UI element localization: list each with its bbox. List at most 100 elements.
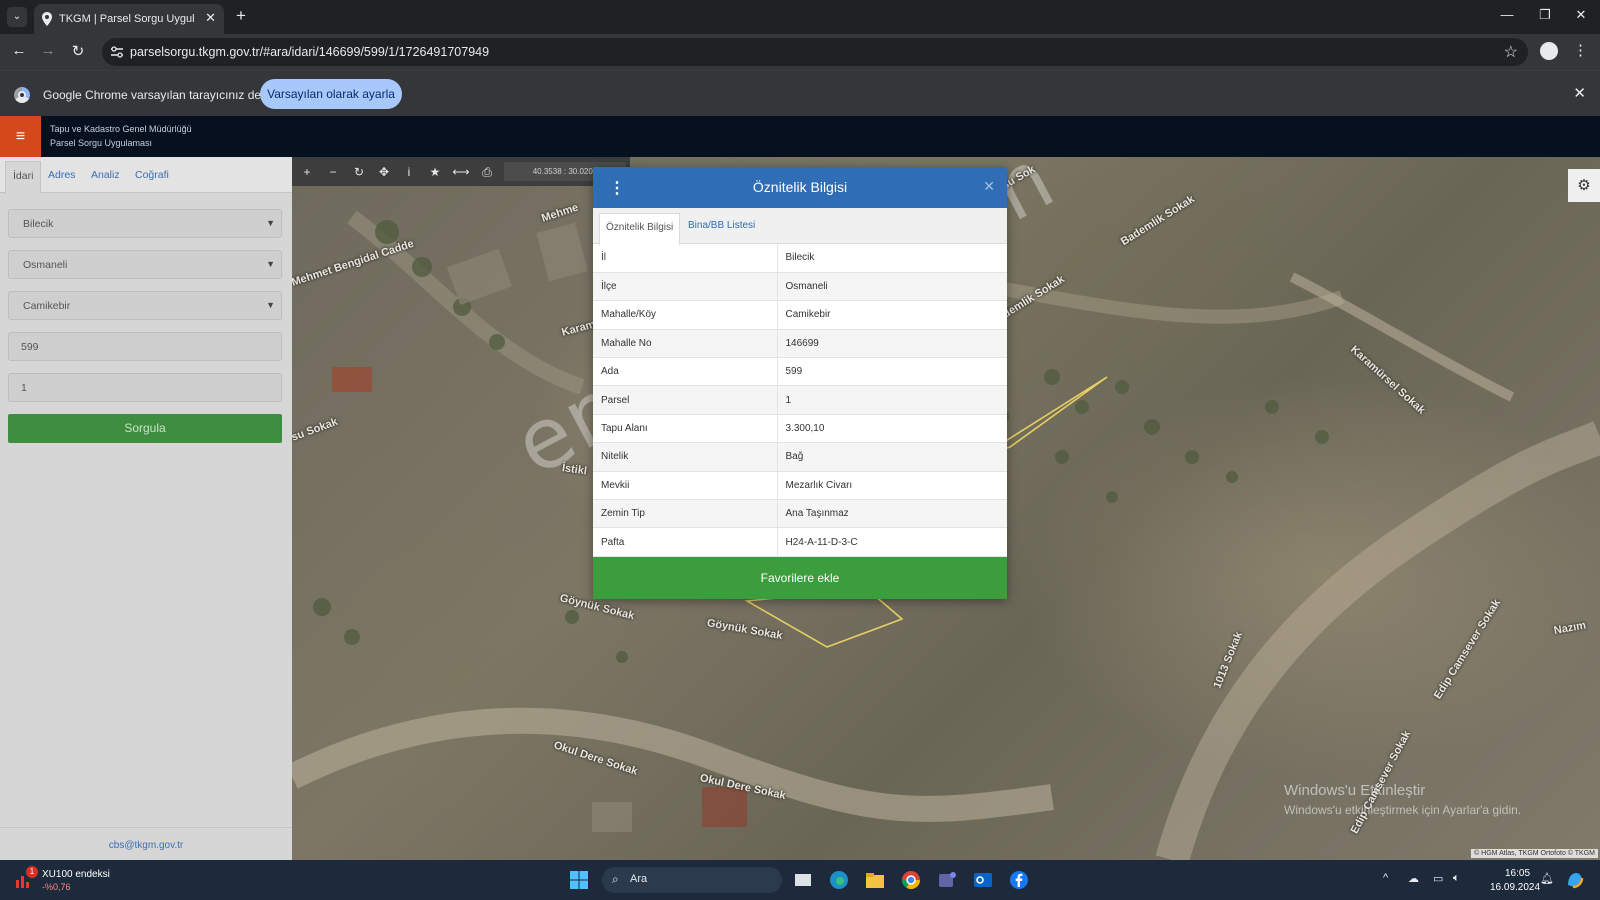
restore-icon[interactable]: ❐ <box>1535 7 1555 23</box>
brand-line-1: Tapu ve Kadastro Genel Müdürlüğü <box>50 124 192 134</box>
default-browser-infobar: Google Chrome varsayılan tarayıcınız değ… <box>0 70 1600 116</box>
onedrive-cloud-icon[interactable]: ☁ <box>1408 872 1419 885</box>
attribute-key: İlçe <box>593 272 778 302</box>
map-attribution: © HGM Atlas, TKGM Ortofoto © TKGM <box>1471 849 1598 858</box>
clock-time[interactable]: 16:05 <box>1505 868 1530 879</box>
attribute-value: 599 <box>777 357 1007 387</box>
mahalle-select-value: Camikebir <box>23 300 71 312</box>
attribute-table: İl Bilecik İlçe Osmaneli Mahalle/Köy Camikebi… <box>593 244 1007 557</box>
copilot-icon[interactable] <box>1564 869 1586 891</box>
forward-arrow-icon[interactable]: → <box>38 42 58 59</box>
attribute-value: Mezarlık Civarı <box>777 471 1007 501</box>
il-select[interactable]: Bilecik ▼ <box>8 209 282 238</box>
location-pin-icon <box>42 12 52 26</box>
add-to-favorites-button[interactable]: Favorilere ekle <box>593 557 1007 599</box>
set-default-button[interactable]: Varsayılan olarak ayarla <box>260 79 402 109</box>
taskbar-search[interactable]: ⌕ Ara <box>602 867 782 893</box>
move-crosshair-icon[interactable]: ✥ <box>374 163 394 181</box>
refresh-icon[interactable]: ↻ <box>349 163 369 181</box>
tab-adres[interactable]: Adres <box>48 169 75 181</box>
attribute-key: Parsel <box>593 385 778 415</box>
file-explorer-icon[interactable] <box>864 869 886 891</box>
dialog-close-icon[interactable]: ✕ <box>983 178 995 195</box>
clock-date[interactable]: 16.09.2024 <box>1490 882 1540 893</box>
attribute-key: Nitelik <box>593 442 778 472</box>
infobar-message: Google Chrome varsayılan tarayıcınız değ… <box>43 88 274 102</box>
app-header: ≡ Tapu ve Kadastro Genel Müdürlüğü Parse… <box>0 116 1600 157</box>
measure-ruler-icon[interactable]: ⟷ <box>451 163 471 181</box>
profile-avatar-icon[interactable] <box>1540 42 1558 60</box>
activation-title: Windows'u Etkinleştir <box>1284 782 1426 799</box>
parsel-input[interactable]: 1 <box>8 373 282 402</box>
attribute-key: Tapu Alanı <box>593 414 778 444</box>
infobar-close-icon[interactable]: ✕ <box>1573 84 1586 102</box>
facebook-icon[interactable] <box>1008 869 1030 891</box>
map-settings-gear-icon[interactable]: ⚙ <box>1568 169 1600 202</box>
attribute-info-dialog: ⋮ Öznitelik Bilgisi ✕ Öznitelik Bilgisi … <box>593 167 1007 599</box>
contact-email-link[interactable]: cbs@tkgm.gov.tr <box>0 827 292 860</box>
info-icon[interactable]: i <box>399 163 419 181</box>
dialog-header: ⋮ Öznitelik Bilgisi ✕ <box>593 167 1007 208</box>
chrome-menu-icon[interactable]: ⋮ <box>1573 41 1588 59</box>
chevron-down-icon: ▼ <box>266 259 275 269</box>
stock-widget-name[interactable]: XU100 endeksi <box>42 869 110 880</box>
dialog-tabs: Öznitelik Bilgisi Bina/BB Listesi <box>593 208 1007 245</box>
reload-icon[interactable]: ↻ <box>68 42 88 60</box>
favorite-star-icon[interactable]: ★ <box>425 163 445 181</box>
address-bar[interactable]: parselsorgu.tkgm.gov.tr/#ara/idari/14669… <box>102 38 1528 66</box>
tab-building-list[interactable]: Bina/BB Listesi <box>688 220 755 231</box>
zoom-in-icon[interactable]: + <box>297 163 317 181</box>
tab-attribute-info[interactable]: Öznitelik Bilgisi <box>599 213 681 245</box>
brand-line-2: Parsel Sorgu Uygulaması <box>50 138 153 148</box>
bookmark-star-icon[interactable]: ☆ <box>1504 42 1518 62</box>
attribute-value: H24-A-11-D-3-C <box>777 527 1007 557</box>
new-tab-plus-icon[interactable]: + <box>236 6 246 26</box>
chevron-down-icon: ▼ <box>266 300 275 310</box>
window-close-icon[interactable]: ✕ <box>1571 7 1591 23</box>
minimize-icon[interactable]: — <box>1497 7 1517 22</box>
attribute-row: Mevkii Mezarlık Civarı <box>593 471 1007 501</box>
dialog-title: Öznitelik Bilgisi <box>752 179 848 195</box>
query-panel: İdari Adres Analiz Coğrafi Bilecik ▼ Osm… <box>0 157 292 860</box>
attribute-key: İl <box>593 244 778 273</box>
edge-browser-icon[interactable] <box>828 869 850 891</box>
task-view-icon[interactable] <box>792 869 814 891</box>
attribute-key: Pafta <box>593 527 778 557</box>
tab-close-icon[interactable]: ✕ <box>205 10 216 26</box>
attribute-key: Mevkii <box>593 471 778 501</box>
il-select-value: Bilecik <box>23 218 54 230</box>
windows-start-icon[interactable] <box>568 869 590 891</box>
attribute-value: Osmaneli <box>777 272 1007 302</box>
tab-search-chevron-icon[interactable]: ⌄ <box>7 7 27 27</box>
site-settings-icon[interactable] <box>110 45 124 59</box>
ada-input[interactable]: 599 <box>8 332 282 361</box>
hamburger-menu-icon[interactable]: ≡ <box>0 116 41 157</box>
browser-tab[interactable]: TKGM | Parsel Sorgu Uygulaması ✕ <box>34 4 224 34</box>
attribute-row: İlçe Osmaneli <box>593 272 1007 302</box>
tab-analiz[interactable]: Analiz <box>91 169 120 181</box>
windows-taskbar: 1 XU100 endeksi -%0,76 ⌕ Ara ^ ☁ ▭ 🔈︎ 16… <box>0 860 1600 900</box>
notification-badge: 1 <box>26 866 38 878</box>
attribute-value: 1 <box>777 385 1007 415</box>
teams-icon[interactable] <box>936 869 958 891</box>
volume-icon[interactable]: 🔈︎ <box>1453 872 1460 885</box>
sorgula-button[interactable]: Sorgula <box>8 414 282 443</box>
stock-widget-change: -%0,76 <box>42 882 71 892</box>
tab-idari[interactable]: İdari <box>5 161 42 194</box>
attribute-row: Tapu Alanı 3.300,10 <box>593 414 1007 444</box>
tab-cografi[interactable]: Coğrafi <box>135 169 169 181</box>
back-arrow-icon[interactable]: ← <box>9 42 29 59</box>
ilce-select[interactable]: Osmaneli ▼ <box>8 250 282 279</box>
browser-toolbar: ← → ↻ parselsorgu.tkgm.gov.tr/#ara/idari… <box>0 34 1600 70</box>
notification-bell-icon[interactable]: 🔔︎ <box>1540 872 1554 885</box>
attribute-row: Mahalle No 146699 <box>593 329 1007 359</box>
print-icon[interactable]: ⎙ <box>477 163 497 181</box>
network-icon[interactable]: ▭ <box>1433 872 1443 885</box>
outlook-icon[interactable] <box>972 869 994 891</box>
attribute-key: Zemin Tip <box>593 499 778 529</box>
zoom-out-icon[interactable]: − <box>323 163 343 181</box>
search-label: Ara <box>630 873 648 885</box>
chrome-icon[interactable] <box>900 869 922 891</box>
mahalle-select[interactable]: Camikebir ▼ <box>8 291 282 320</box>
tray-expand-chevron-icon[interactable]: ^ <box>1383 872 1388 884</box>
